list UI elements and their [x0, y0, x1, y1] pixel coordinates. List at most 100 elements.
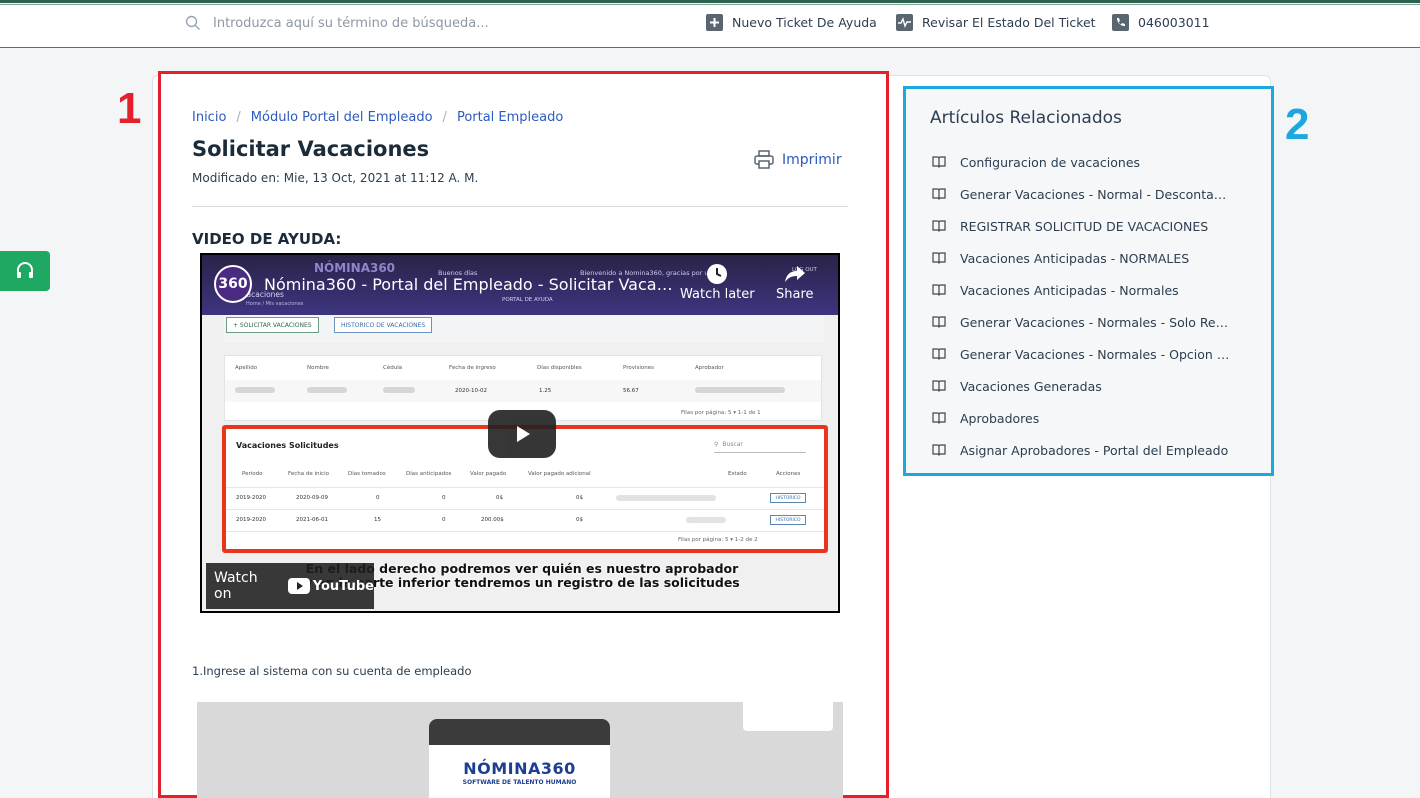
watch-on-youtube-button[interactable]: Watch on YouTube	[206, 563, 374, 609]
video-blurred-cell	[695, 387, 785, 393]
breadcrumb-module[interactable]: Módulo Portal del Empleado	[251, 110, 433, 125]
login-screenshot: NÓMINA360 SOFTWARE DE TALENTO HUMANO	[197, 702, 843, 798]
video-row-line	[226, 531, 824, 532]
youtube-wordmark: YouTube	[312, 578, 374, 594]
video-sol-cell: 0	[442, 517, 446, 523]
video-sol-th: Fecha de inicio	[288, 471, 329, 477]
related-article-label: Vacaciones Anticipadas - Normales	[960, 282, 1179, 298]
video-sol-footer: Filas por página: 5 ▾ 1-2 de 2	[678, 537, 758, 543]
related-article-label: Generar Vacaciones - Normal - Descontar …	[960, 186, 1230, 202]
video-app-brand: NÓMINA360	[314, 261, 396, 275]
new-ticket-link[interactable]: Nuevo Ticket De Ayuda	[706, 14, 877, 31]
annotation-number-1: 1	[117, 84, 142, 133]
video-sol-cell: 0$	[576, 495, 583, 501]
video-sol-cell: 0	[376, 495, 380, 501]
video-historico-button: HISTORICO DE VACACIONES	[334, 317, 433, 333]
play-button[interactable]	[488, 410, 556, 458]
related-article-link[interactable]: Vacaciones Anticipadas - Normales	[932, 274, 1230, 306]
help-video-player[interactable]: NÓMINA360 Buenos días Bienvenido a Nomin…	[200, 253, 840, 613]
related-article-link[interactable]: REGISTRAR SOLICITUD DE VACACIONES	[932, 210, 1230, 242]
video-sol-th: Días tomados	[348, 471, 386, 477]
modified-date: Modificado en: Mie, 13 Oct, 2021 at 11:1…	[192, 171, 479, 185]
video-sol-cell: 2019-2020	[236, 495, 266, 501]
step-1-text: 1.Ingrese al sistema con su cuenta de em…	[192, 664, 472, 678]
print-label: Imprimir	[782, 151, 842, 168]
video-section-heading: VIDEO DE AYUDA:	[192, 230, 342, 248]
related-article-label: Generar Vacaciones - Normales - Opcion N…	[960, 346, 1230, 362]
share-label: Share	[776, 287, 814, 302]
video-historico-action: HISTORICO	[770, 515, 806, 525]
related-article-link[interactable]: Generar Vacaciones - Normales - Solo Rea…	[932, 306, 1230, 338]
video-sol-cell: 15	[374, 517, 381, 523]
related-article-link[interactable]: Vacaciones Generadas	[932, 370, 1230, 402]
related-article-link[interactable]: Asignar Aprobadores - Portal del Emplead…	[932, 434, 1230, 466]
print-button[interactable]: Imprimir	[754, 150, 842, 169]
youtube-logo: YouTube	[287, 578, 374, 594]
printer-icon	[754, 150, 774, 169]
video-requests-title: Vacaciones Solicitudes	[236, 441, 339, 450]
video-row-line	[226, 509, 824, 510]
video-sol-th: Días anticipados	[406, 471, 452, 477]
video-blurred-cell	[686, 517, 726, 523]
share-icon	[784, 266, 805, 282]
phone-number: 046003011	[1138, 15, 1210, 30]
phone-icon	[1112, 14, 1129, 31]
video-sol-cell: 0$	[576, 517, 583, 523]
video-sol-th: Valor pagado	[470, 471, 507, 477]
search-bar[interactable]	[185, 15, 513, 31]
watch-later-label: Watch later	[680, 287, 755, 302]
book-icon	[932, 380, 946, 392]
video-th: Fecha de ingreso	[449, 365, 496, 371]
watch-later-button[interactable]: Watch later	[680, 263, 755, 302]
check-ticket-status-link[interactable]: Revisar El Estado Del Ticket	[896, 14, 1096, 31]
channel-logo[interactable]: 360	[214, 265, 252, 303]
play-icon	[517, 426, 530, 442]
related-article-link[interactable]: Configuracion de vacaciones	[932, 146, 1230, 178]
video-th: Aprobador	[695, 365, 724, 371]
watch-on-label: Watch on	[214, 570, 258, 602]
book-icon	[932, 252, 946, 264]
book-icon	[932, 220, 946, 232]
screenshot-corner-panel	[743, 702, 833, 731]
share-button[interactable]: Share	[776, 263, 814, 302]
book-icon	[932, 348, 946, 360]
screenshot-logo-subtitle: SOFTWARE DE TALENTO HUMANO	[462, 779, 577, 786]
video-solicitar-button: + SOLICITAR VACACIONES	[226, 317, 319, 333]
screenshot-login-card: NÓMINA360 SOFTWARE DE TALENTO HUMANO	[429, 719, 610, 798]
book-icon	[932, 412, 946, 424]
book-icon	[932, 316, 946, 328]
video-sol-th: Acciones	[776, 471, 801, 477]
related-article-link[interactable]: Vacaciones Anticipadas - NORMALES	[932, 242, 1230, 274]
video-search-label: Buscar	[722, 441, 743, 448]
breadcrumb-home[interactable]: Inicio	[192, 110, 226, 125]
related-article-label: Configuracion de vacaciones	[960, 154, 1141, 170]
support-chat-button[interactable]	[0, 251, 50, 291]
related-article-link[interactable]: Generar Vacaciones - Normales - Opcion N…	[932, 338, 1230, 370]
related-article-label: Aprobadores	[960, 410, 1040, 426]
check-ticket-status-label: Revisar El Estado Del Ticket	[922, 15, 1096, 30]
related-article-link[interactable]: Aprobadores	[932, 402, 1230, 434]
book-icon	[932, 444, 946, 456]
video-blurred-cell	[383, 387, 415, 393]
plus-icon	[706, 14, 723, 31]
book-icon	[932, 188, 946, 200]
video-app-crumb: Home / Mis vacaciones	[246, 301, 304, 307]
search-input[interactable]	[213, 15, 513, 31]
related-articles-list: Configuracion de vacaciones Generar Vaca…	[932, 146, 1230, 466]
related-article-link[interactable]: Generar Vacaciones - Normal - Descontar …	[932, 178, 1230, 210]
video-sol-th: Estado	[728, 471, 747, 477]
video-title[interactable]: Nómina360 - Portal del Empleado - Solici…	[264, 275, 674, 294]
search-icon	[185, 15, 200, 30]
headset-icon	[17, 262, 33, 278]
breadcrumb: Inicio / Módulo Portal del Empleado / Po…	[192, 110, 563, 125]
video-sol-cell: 0$	[496, 495, 503, 501]
video-th: Nombre	[307, 365, 329, 371]
top-header: Nuevo Ticket De Ayuda Revisar El Estado …	[0, 5, 1420, 48]
screenshot-logo: NÓMINA360	[463, 759, 576, 778]
video-th: Cédula	[383, 365, 403, 371]
pulse-icon	[896, 14, 913, 31]
breadcrumb-portal[interactable]: Portal Empleado	[457, 110, 563, 125]
video-sol-th: Valor pagado adicional	[528, 471, 591, 477]
breadcrumb-separator: /	[236, 110, 241, 125]
phone-link[interactable]: 046003011	[1112, 14, 1210, 31]
